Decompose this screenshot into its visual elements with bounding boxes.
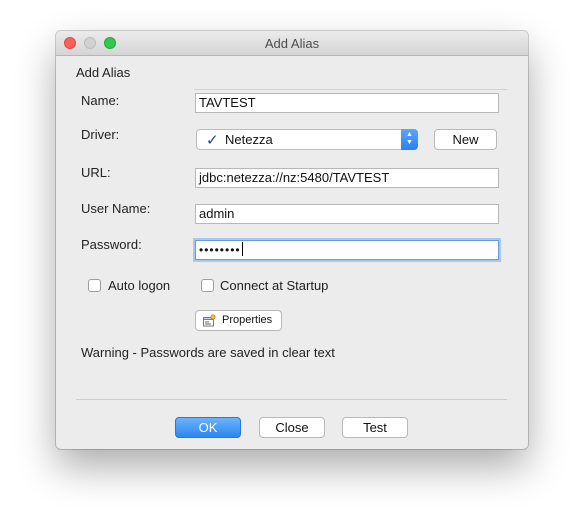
window-title: Add Alias <box>264 36 320 51</box>
password-mask: •••••••• <box>199 243 241 257</box>
updown-chevron-icon: ▲ ▼ <box>401 129 418 150</box>
driver-label: Driver: <box>81 127 120 142</box>
url-label: URL: <box>81 165 111 180</box>
close-button[interactable]: Close <box>259 417 325 438</box>
section-title: Add Alias <box>76 65 131 80</box>
auto-logon-label: Auto logon <box>108 278 171 293</box>
driver-select-value: Netezza <box>225 132 273 147</box>
url-field[interactable]: jdbc:netezza://nz:5480/TAVTEST <box>195 168 499 188</box>
driver-select[interactable]: ✓ Netezza ▲ ▼ <box>196 129 418 150</box>
username-field[interactable]: admin <box>195 204 499 224</box>
properties-icon <box>203 314 216 327</box>
name-field[interactable]: TAVTEST <box>195 93 499 113</box>
properties-button[interactable]: Properties <box>195 310 282 331</box>
username-label: User Name: <box>81 201 151 216</box>
title-bar[interactable]: Add Alias <box>56 31 528 56</box>
password-field[interactable]: •••••••• <box>195 240 499 260</box>
name-label: Name: <box>81 93 120 108</box>
password-label: Password: <box>81 237 142 252</box>
connect-startup-checkbox-box[interactable] <box>201 279 214 292</box>
password-warning: Warning - Passwords are saved in clear t… <box>81 345 335 360</box>
section-divider <box>194 89 507 90</box>
text-caret <box>241 242 243 256</box>
new-driver-button[interactable]: New <box>434 129 497 150</box>
auto-logon-checkbox-box[interactable] <box>88 279 101 292</box>
properties-label: Properties <box>222 314 273 326</box>
add-alias-dialog: Add Alias Add Alias Name: TAVTEST Driver… <box>56 31 528 449</box>
connect-startup-label: Connect at Startup <box>220 278 329 293</box>
checkmark-icon: ✓ <box>206 132 219 149</box>
ok-button[interactable]: OK <box>175 417 241 438</box>
footer-divider <box>76 399 507 400</box>
test-button[interactable]: Test <box>342 417 408 438</box>
